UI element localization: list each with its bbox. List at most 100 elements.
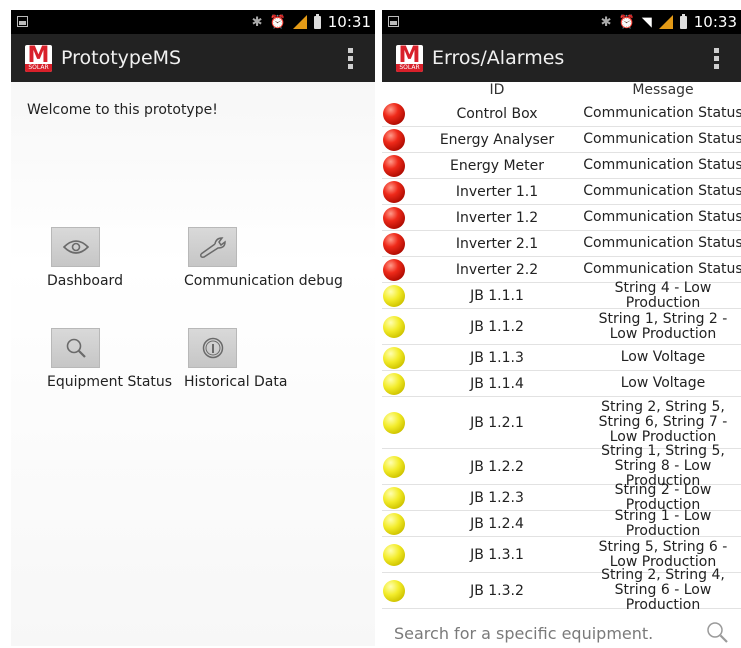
clock: 10:31	[327, 13, 371, 31]
battery-icon	[679, 13, 687, 29]
home-screen: ✱ ⏰ 10:31 M SOLAR PrototypeMS Welcome to…	[11, 10, 375, 646]
wrench-icon[interactable]	[188, 227, 237, 267]
row-message: String 2 - Low Production	[614, 481, 712, 513]
communication-debug-label: Communication debug	[184, 273, 343, 289]
row-id: Inverter 1.1	[455, 183, 539, 200]
bluetooth-icon: ✱	[600, 14, 612, 30]
alarm-list: Control Box Communication Status Energy An…	[382, 101, 741, 613]
battery-icon	[313, 13, 321, 29]
column-header-id: ID	[489, 82, 505, 98]
search-input[interactable]: Search for a specific equipment.	[394, 624, 653, 643]
warning-yellow-status-icon	[383, 455, 405, 478]
row-message: Low Voltage	[620, 349, 706, 365]
row-id: JB 1.1.1	[470, 287, 524, 304]
status-bar: ✱ ⏰ ◥ 10:33	[382, 10, 741, 34]
row-message: Communication Status	[583, 131, 741, 147]
row-message: Low Voltage	[620, 375, 706, 391]
overflow-menu-button[interactable]	[714, 48, 719, 69]
row-id: JB 1.1.4	[470, 375, 524, 392]
warning-yellow-status-icon	[383, 411, 405, 434]
alarm-clock-icon: ⏰	[269, 14, 286, 30]
welcome-text: Welcome to this prototype!	[27, 102, 218, 118]
row-id: JB 1.3.2	[470, 582, 524, 599]
row-message: Communication Status	[583, 261, 741, 277]
status-bar: ✱ ⏰ 10:31	[11, 10, 375, 34]
warning-yellow-status-icon	[383, 579, 405, 602]
alarm-clock-icon: ⏰	[618, 14, 635, 30]
table-row[interactable]: JB 1.1.1 String 4 - Low Production	[382, 279, 741, 311]
table-header: ID Message	[382, 82, 741, 100]
app-logo: M SOLAR	[396, 44, 423, 72]
table-row[interactable]: Inverter 1.2 Communication Status	[382, 205, 741, 231]
row-message: Communication Status	[583, 157, 741, 173]
row-id: JB 1.1.3	[470, 349, 524, 366]
row-id: JB 1.3.1	[470, 546, 524, 563]
info-icon[interactable]	[188, 328, 237, 368]
search-bar[interactable]: Search for a specific equipment.	[382, 620, 741, 646]
row-id: JB 1.2.4	[470, 515, 524, 532]
row-id: Energy Meter	[449, 157, 544, 174]
search-icon[interactable]	[705, 620, 729, 646]
table-row[interactable]: JB 1.1.3 Low Voltage	[382, 345, 741, 371]
alarm-red-status-icon	[383, 232, 405, 255]
row-id: Control Box	[456, 105, 538, 122]
magnifier-icon[interactable]	[51, 328, 100, 368]
row-message: String 1, String 2 - Low Production	[598, 310, 728, 342]
warning-yellow-status-icon	[383, 284, 405, 307]
alarm-red-status-icon	[383, 154, 405, 177]
alarm-red-status-icon	[383, 128, 405, 151]
row-message: Communication Status	[583, 105, 741, 121]
alarm-red-status-icon	[383, 206, 405, 229]
alarm-red-status-icon	[383, 258, 405, 281]
row-message: String 1 - Low Production	[614, 507, 712, 539]
row-message: Communication Status	[583, 183, 741, 199]
warning-yellow-status-icon	[383, 543, 405, 566]
signal-icon	[292, 15, 307, 29]
signal-icon	[658, 15, 673, 29]
warning-yellow-status-icon	[383, 346, 405, 369]
row-id: JB 1.2.2	[470, 458, 524, 475]
equipment-status-label: Equipment Status	[47, 374, 173, 390]
alarm-red-status-icon	[383, 180, 405, 203]
dashboard-label: Dashboard	[47, 273, 123, 289]
warning-yellow-status-icon	[383, 486, 405, 509]
table-row[interactable]: JB 1.1.2 String 1, String 2 - Low Product…	[382, 309, 741, 345]
table-row[interactable]: JB 1.2.2 String 1, String 5, String 8 - L…	[382, 443, 741, 489]
table-row[interactable]: JB 1.2.4 String 1 - Low Production	[382, 507, 741, 539]
clock: 10:33	[693, 13, 737, 31]
table-row[interactable]: Inverter 2.1 Communication Status	[382, 231, 741, 257]
overflow-menu-button[interactable]	[348, 48, 353, 69]
action-bar: M SOLAR PrototypeMS	[11, 34, 375, 82]
notification-icon	[388, 16, 399, 27]
wifi-icon: ◥	[641, 14, 652, 30]
row-id: Inverter 2.1	[455, 235, 539, 252]
warning-yellow-status-icon	[383, 372, 405, 395]
row-message: Communication Status	[583, 209, 741, 225]
alarm-red-status-icon	[383, 102, 405, 125]
row-id: JB 1.2.1	[470, 414, 524, 431]
row-message: String 1, String 5, String 8 - Low Produ…	[601, 443, 725, 489]
app-logo: M SOLAR	[25, 44, 52, 72]
table-row[interactable]: JB 1.3.2 String 2, String 4, String 6 - L…	[382, 567, 741, 613]
table-row[interactable]: JB 1.2.1 String 2, String 5, String 6, St…	[382, 397, 741, 449]
row-id: JB 1.2.3	[470, 489, 524, 506]
row-id: Inverter 1.2	[455, 209, 539, 226]
bluetooth-icon: ✱	[251, 14, 263, 30]
warning-yellow-status-icon	[383, 315, 405, 338]
table-row[interactable]: Control Box Communication Status	[382, 101, 741, 127]
row-message: String 4 - Low Production	[614, 279, 712, 311]
screen-title: Erros/Alarmes	[432, 47, 565, 69]
eye-icon[interactable]	[51, 227, 100, 267]
row-id: Inverter 2.2	[455, 261, 539, 278]
historical-data-label: Historical Data	[184, 374, 288, 390]
table-row[interactable]: Inverter 1.1 Communication Status	[382, 179, 741, 205]
table-row[interactable]: Energy Meter Communication Status	[382, 153, 741, 179]
table-row[interactable]: JB 1.1.4 Low Voltage	[382, 371, 741, 397]
row-message: String 2, String 4, String 6 - Low Produ…	[601, 567, 725, 613]
column-header-message: Message	[632, 82, 694, 98]
action-bar: M SOLAR Erros/Alarmes	[382, 34, 741, 82]
row-message: Communication Status	[583, 235, 741, 251]
row-id: JB 1.1.2	[470, 318, 524, 335]
table-row[interactable]: Energy Analyser Communication Status	[382, 127, 741, 153]
app-title: PrototypeMS	[61, 47, 182, 69]
